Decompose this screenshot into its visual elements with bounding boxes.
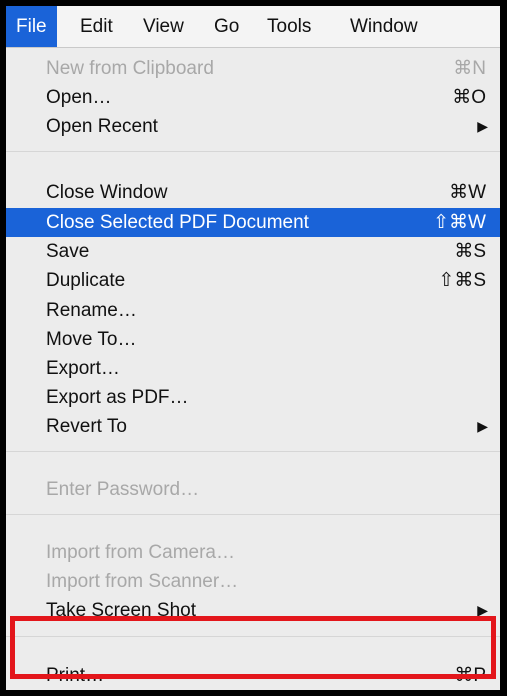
menu-item-shortcut: ⌘O [452,87,486,108]
menu-separator [6,514,500,515]
menu-item-close-selected-pdf-document[interactable]: Close Selected PDF Document ⇧⌘W [6,208,500,237]
menu-item-new-from-clipboard: New from Clipboard ⌘N [6,54,500,83]
menu-separator [6,451,500,452]
menu-item-enter-password: Enter Password… [6,475,500,504]
menu-item-revert-to[interactable]: Revert To ▶ [6,412,500,441]
menubar-item-window[interactable]: Window [340,6,428,47]
print-highlight-annotation [10,616,496,679]
file-menu-dropdown: New from Clipboard ⌘N Open… ⌘O Open Rece… [6,48,500,690]
menu-item-save[interactable]: Save ⌘S [6,237,500,266]
menubar-item-file[interactable]: File [6,6,57,47]
menu-item-label: Close Selected PDF Document [46,212,309,233]
menu-item-shortcut: ⌘S [454,241,486,262]
submenu-arrow-icon: ▶ [477,118,488,134]
screenshot-frame: File Edit View Go Tools Window New from … [6,6,500,690]
menu-item-move-to[interactable]: Move To… [6,325,500,354]
menu-item-label: New from Clipboard [46,58,214,79]
menu-item-label: Revert To [46,416,127,437]
menu-item-shortcut: ⌘W [449,182,486,203]
menu-item-shortcut: ⇧⌘S [438,270,486,291]
menu-item-import-from-camera: Import from Camera… [6,538,500,567]
submenu-arrow-icon: ▶ [477,418,488,434]
menu-separator [6,151,500,152]
menu-item-open[interactable]: Open… ⌘O [6,83,500,112]
menu-item-label: Duplicate [46,270,126,291]
menu-item-label: Import from Scanner… [46,571,239,592]
menu-item-label: Import from Camera… [46,542,235,563]
menu-item-export-as-pdf[interactable]: Export as PDF… [6,383,500,412]
menubar-item-tools[interactable]: Tools [257,6,321,47]
menu-bar: File Edit View Go Tools Window [6,6,500,48]
menu-item-close-window[interactable]: Close Window ⌘W [6,178,500,207]
menu-item-label: Enter Password… [46,479,200,500]
menu-item-export[interactable]: Export… [6,354,500,383]
menu-item-duplicate[interactable]: Duplicate ⇧⌘S [6,266,500,295]
menu-item-label: Export… [46,358,120,379]
menu-item-open-recent[interactable]: Open Recent ▶ [6,112,500,141]
menu-item-label: Save [46,241,90,262]
menu-item-label: Open Recent [46,116,158,137]
menu-item-import-from-scanner: Import from Scanner… [6,567,500,596]
menu-item-shortcut: ⇧⌘W [433,212,486,233]
menu-item-label: Export as PDF… [46,387,189,408]
menu-item-rename[interactable]: Rename… [6,296,500,325]
menu-item-label: Rename… [46,300,137,321]
menu-item-label: Open… [46,87,112,108]
menu-item-label: Move To… [46,329,137,350]
menubar-item-go[interactable]: Go [204,6,249,47]
menu-item-shortcut: ⌘N [453,58,486,79]
menu-item-label: Close Window [46,182,168,203]
menubar-item-view[interactable]: View [133,6,194,47]
menubar-item-edit[interactable]: Edit [70,6,123,47]
